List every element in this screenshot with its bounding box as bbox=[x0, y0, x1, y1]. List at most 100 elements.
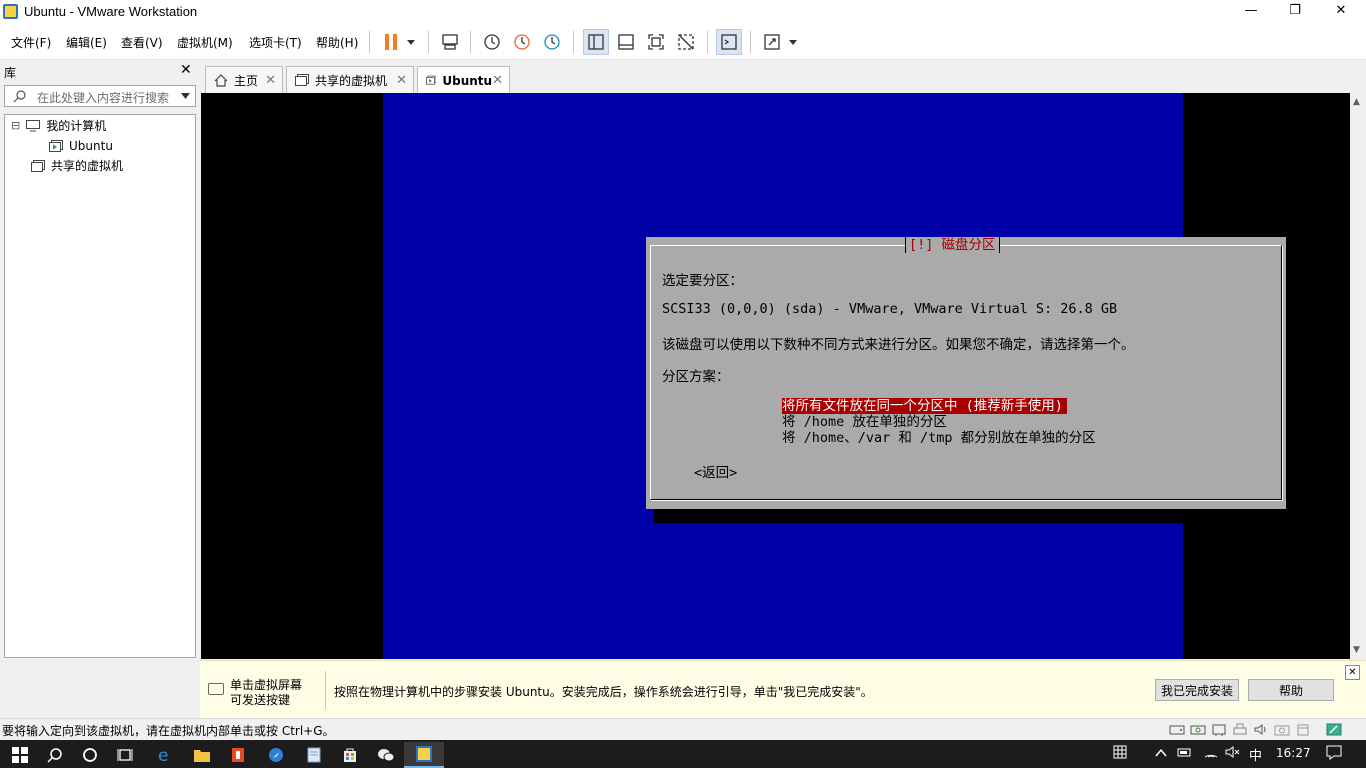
wechat-icon[interactable] bbox=[366, 742, 406, 768]
partition-option-separate-home[interactable]: 将 /home 放在单独的分区 bbox=[782, 414, 947, 430]
shared-vm-icon bbox=[295, 73, 309, 86]
file-explorer-icon[interactable] bbox=[182, 742, 222, 768]
shared-vm-icon bbox=[31, 160, 45, 172]
windows-start-icon[interactable] bbox=[0, 742, 40, 768]
volume-muted-icon[interactable] bbox=[1225, 745, 1241, 759]
tab-close-icon[interactable]: ✕ bbox=[265, 73, 276, 88]
network-adapter-icon[interactable] bbox=[1211, 723, 1227, 736]
tree-item-my-computer[interactable]: ⊟ 我的计算机 bbox=[11, 116, 106, 136]
partition-option-all-in-one[interactable]: 将所有文件放在同一个分区中 (推荐新手使用) bbox=[782, 398, 1067, 414]
tab-shared-vms[interactable]: 共享的虚拟机 ✕ bbox=[286, 66, 414, 93]
menu-file[interactable]: 文件(F) bbox=[11, 32, 51, 53]
vm-scrollbar[interactable]: ▲ ▼ bbox=[1350, 93, 1366, 659]
dropdown-arrow-icon[interactable] bbox=[181, 93, 190, 99]
hint-close-button[interactable]: ✕ bbox=[1345, 665, 1360, 680]
close-button[interactable]: ✕ bbox=[1318, 0, 1364, 24]
wifi-icon[interactable] bbox=[1203, 745, 1219, 759]
installer-screen: [!] 磁盘分区 选定要分区： SCSI33 (0,0,0) (sda) - V… bbox=[383, 93, 1293, 659]
collapse-icon[interactable]: ⊟ bbox=[11, 116, 20, 136]
search-icon bbox=[13, 90, 26, 103]
tree-item-shared-vms[interactable]: 共享的虚拟机 bbox=[31, 156, 123, 176]
cortana-icon[interactable] bbox=[70, 742, 110, 768]
unity-icon[interactable] bbox=[673, 29, 699, 55]
vm-running-icon bbox=[49, 140, 63, 152]
hard-disk-icon[interactable] bbox=[1169, 723, 1185, 736]
menu-vm[interactable]: 虚拟机(M) bbox=[177, 32, 233, 53]
library-tree: ⊟ 我的计算机 Ubuntu 共享的虚拟机 bbox=[4, 114, 196, 658]
snapshot-icon[interactable] bbox=[479, 29, 505, 55]
minimize-button[interactable]: — bbox=[1228, 0, 1274, 24]
scroll-down-icon[interactable]: ▼ bbox=[1353, 645, 1360, 655]
tab-label: Ubuntu bbox=[442, 73, 493, 88]
windows-taskbar: e 中 16:27 bbox=[0, 740, 1366, 768]
disk-description: SCSI33 (0,0,0) (sda) - VMware, VMware Vi… bbox=[662, 301, 1118, 317]
install-hint-bar: 单击虚拟屏幕 可发送按键 按照在物理计算机中的步骤安装 Ubuntu。安装完成后… bbox=[200, 660, 1366, 718]
show-library-icon[interactable] bbox=[583, 29, 609, 55]
usb-device-icon[interactable] bbox=[1295, 723, 1311, 736]
done-installing-button[interactable]: 我已完成安装 bbox=[1155, 679, 1239, 701]
menu-tabs[interactable]: 选项卡(T) bbox=[249, 32, 302, 53]
back-button[interactable]: <返回> bbox=[694, 461, 737, 481]
library-search-input[interactable]: 在此处键入内容进行搜索 bbox=[4, 85, 196, 107]
vm-running-icon bbox=[426, 75, 437, 85]
toolbar-separator bbox=[428, 31, 429, 53]
chevron-up-icon[interactable] bbox=[1155, 748, 1167, 758]
revert-snapshot-icon[interactable] bbox=[509, 29, 535, 55]
tab-close-icon[interactable]: ✕ bbox=[492, 73, 503, 88]
store-icon[interactable] bbox=[330, 742, 370, 768]
sound-card-icon[interactable] bbox=[1253, 723, 1269, 736]
tree-item-ubuntu[interactable]: Ubuntu bbox=[49, 136, 113, 156]
library-close-button[interactable]: ✕ bbox=[180, 62, 192, 78]
window-title: Ubuntu - VMware Workstation bbox=[24, 4, 198, 19]
touch-keyboard-icon[interactable] bbox=[1113, 745, 1127, 759]
task-view-icon[interactable] bbox=[105, 742, 145, 768]
app-icon[interactable] bbox=[256, 742, 296, 768]
dialog-description: 该磁盘可以使用以下数种不同方式来进行分区。如果您不确定，请选择第一个。 bbox=[662, 337, 1135, 353]
send-ctrl-alt-del-icon[interactable] bbox=[437, 29, 463, 55]
vmware-icon[interactable] bbox=[404, 742, 444, 768]
hint-click-line2: 可发送按键 bbox=[230, 693, 291, 707]
clock-time[interactable]: 16:27 bbox=[1276, 746, 1311, 760]
tree-label: Ubuntu bbox=[69, 139, 113, 153]
menu-view[interactable]: 查看(V) bbox=[121, 32, 163, 53]
toolbar-separator bbox=[707, 31, 708, 53]
snapshot-manager-icon[interactable] bbox=[539, 29, 565, 55]
menu-edit[interactable]: 编辑(E) bbox=[66, 32, 107, 53]
tree-label: 共享的虚拟机 bbox=[51, 159, 124, 173]
tree-label: 我的计算机 bbox=[46, 119, 107, 133]
menu-help[interactable]: 帮助(H) bbox=[316, 32, 358, 53]
camera-icon[interactable] bbox=[1274, 723, 1290, 736]
tab-label: 共享的虚拟机 bbox=[315, 73, 388, 88]
partition-option-separate-home-var-tmp[interactable]: 将 /home、/var 和 /tmp 都分别放在单独的分区 bbox=[782, 430, 1096, 446]
edge-icon[interactable]: e bbox=[145, 742, 185, 768]
tab-ubuntu[interactable]: Ubuntu ✕ bbox=[417, 66, 510, 94]
messages-icon[interactable] bbox=[1326, 723, 1342, 736]
cd-drive-icon[interactable] bbox=[1190, 723, 1206, 736]
fullscreen-icon[interactable] bbox=[643, 29, 669, 55]
scheme-label: 分区方案： bbox=[662, 369, 730, 385]
vm-console[interactable]: [!] 磁盘分区 选定要分区： SCSI33 (0,0,0) (sda) - V… bbox=[201, 93, 1350, 659]
action-center-icon[interactable] bbox=[1326, 745, 1342, 760]
thumbnail-bar-icon[interactable] bbox=[613, 29, 639, 55]
library-header: 库 bbox=[4, 66, 17, 80]
search-icon[interactable] bbox=[35, 742, 75, 768]
toolbar-separator bbox=[369, 31, 370, 53]
tab-home[interactable]: 主页 ✕ bbox=[205, 66, 283, 93]
tab-close-icon[interactable]: ✕ bbox=[396, 73, 407, 88]
printer-icon[interactable] bbox=[1232, 723, 1248, 736]
maximize-button[interactable]: ❐ bbox=[1272, 0, 1318, 24]
help-button[interactable]: 帮助 bbox=[1248, 679, 1334, 701]
notepad-icon[interactable] bbox=[294, 742, 334, 768]
dialog-title: [!] 磁盘分区 bbox=[905, 237, 1000, 254]
console-view-icon[interactable] bbox=[716, 29, 742, 55]
dialog-frame-inner bbox=[650, 245, 1282, 500]
tab-strip: 主页 ✕ 共享的虚拟机 ✕ Ubuntu ✕ bbox=[200, 61, 1366, 94]
toolbar-separator bbox=[750, 31, 751, 53]
stretch-dropdown-icon[interactable] bbox=[782, 29, 804, 55]
power-dropdown-icon[interactable] bbox=[400, 29, 422, 55]
battery-icon[interactable] bbox=[1177, 746, 1193, 759]
scroll-up-icon[interactable]: ▲ bbox=[1353, 97, 1360, 107]
library-panel: 库 ✕ 在此处键入内容进行搜索 ⊟ 我的计算机 Ubuntu 共享的虚拟机 bbox=[0, 61, 200, 660]
office-icon[interactable] bbox=[218, 742, 258, 768]
ime-indicator[interactable]: 中 bbox=[1249, 745, 1262, 764]
